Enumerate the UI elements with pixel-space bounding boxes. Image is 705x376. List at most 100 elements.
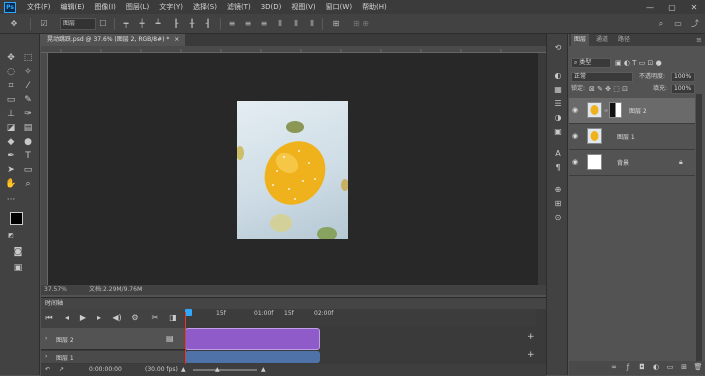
rectangle-icon[interactable]: ▭ bbox=[22, 164, 34, 176]
link-layers-icon[interactable]: ∞ bbox=[609, 363, 619, 371]
delete-layer-icon[interactable]: 🗑︎ bbox=[693, 363, 703, 371]
document-image[interactable] bbox=[237, 101, 348, 239]
hand-icon[interactable]: ✋ bbox=[5, 178, 17, 190]
split-scissors-icon[interactable]: ✂ bbox=[149, 313, 161, 322]
menu-view[interactable]: 视图(V) bbox=[286, 2, 320, 12]
move-icon[interactable]: ✥ bbox=[5, 52, 17, 64]
distribute-vcenter-icon[interactable]: ≡ bbox=[242, 17, 254, 31]
layers-scrollbar[interactable] bbox=[696, 94, 702, 374]
track-header-layer2[interactable]: › 图层 2 ▤ bbox=[41, 328, 186, 350]
reset-colors-icon[interactable]: ◩ bbox=[5, 230, 17, 242]
layer-row[interactable]: ◉ ∞ 图层 2 bbox=[569, 98, 695, 124]
history-brush-icon[interactable]: ✑ bbox=[22, 108, 34, 120]
paths-icon[interactable]: ⊙ bbox=[552, 212, 564, 224]
menu-file[interactable]: 文件(F) bbox=[22, 2, 56, 12]
blend-mode-dropdown[interactable]: 正常 bbox=[571, 72, 633, 82]
new-layer-icon[interactable]: ⊞ bbox=[679, 363, 689, 371]
timeline-ruler[interactable]: 15f 01:00f 15f 02:00f bbox=[185, 309, 536, 327]
libraries-icon[interactable]: ▣ bbox=[552, 126, 564, 138]
align-right-icon[interactable]: ┨ bbox=[202, 17, 214, 31]
menu-type[interactable]: 文字(Y) bbox=[154, 2, 188, 12]
close-tab-button[interactable]: × bbox=[174, 36, 179, 43]
opacity-input[interactable]: 100% bbox=[671, 72, 695, 82]
transition-icon[interactable]: ◨ bbox=[167, 313, 179, 322]
foreground-color-swatch[interactable] bbox=[10, 212, 23, 225]
settings-gear-icon[interactable]: ⚙ bbox=[129, 313, 141, 322]
screen-mode-icon[interactable]: ▣ bbox=[12, 262, 24, 274]
crop-icon[interactable]: ⌗ bbox=[5, 80, 17, 92]
share-icon[interactable]: ⤴ bbox=[689, 17, 701, 31]
track-header-layer1[interactable]: › 图层 1 bbox=[41, 351, 186, 363]
add-media-button[interactable]: + bbox=[527, 332, 535, 342]
status-arrow-icon[interactable]: › bbox=[139, 285, 141, 295]
layer-name[interactable]: 图层 2 bbox=[629, 106, 647, 115]
maximize-button[interactable]: ▢ bbox=[661, 3, 683, 12]
tab-layers[interactable]: 图层 bbox=[571, 34, 590, 46]
stamp-icon[interactable]: ⊥ bbox=[5, 108, 17, 120]
layer-row[interactable]: ◉ 图层 1 bbox=[569, 124, 695, 150]
zoom-in-icon[interactable]: ▲ bbox=[261, 364, 266, 376]
pen-icon[interactable]: ✒ bbox=[5, 150, 17, 162]
auto-select-checkbox[interactable]: ☑ bbox=[38, 17, 50, 31]
healing-icon[interactable]: ▭ bbox=[5, 94, 17, 106]
history-icon[interactable]: ⟲ bbox=[552, 42, 564, 54]
transform-controls-checkbox[interactable]: ☐ bbox=[98, 17, 108, 31]
add-mask-icon[interactable]: ◘ bbox=[637, 363, 647, 371]
align-bottom-icon[interactable]: ┷ bbox=[152, 17, 164, 31]
canvas-scrollbar[interactable] bbox=[538, 53, 546, 285]
current-time[interactable]: 0:00:00:00 bbox=[89, 364, 122, 376]
layer-row[interactable]: ◉ 背景 🔒︎ bbox=[569, 150, 695, 176]
brush-icon[interactable]: ✎ bbox=[22, 94, 34, 106]
adjustment-layer-icon[interactable]: ◐ bbox=[651, 363, 661, 371]
workspace-icon[interactable]: ▭ bbox=[672, 17, 684, 31]
first-frame-icon[interactable]: ⏮ bbox=[43, 313, 55, 323]
align-left-icon[interactable]: ┠ bbox=[170, 17, 182, 31]
3d-mode-icon[interactable]: ⊞ ⊕ bbox=[346, 17, 376, 31]
clip-layer1[interactable] bbox=[185, 351, 320, 363]
prev-frame-icon[interactable]: ◂ bbox=[61, 313, 73, 322]
lasso-icon[interactable]: ◌ bbox=[5, 66, 17, 78]
dodge-icon[interactable]: ● bbox=[22, 136, 34, 148]
new-group-icon[interactable]: ▭ bbox=[665, 363, 675, 371]
fill-input[interactable]: 100% bbox=[671, 84, 695, 94]
audio-icon[interactable]: ◀) bbox=[111, 313, 123, 322]
menu-edit[interactable]: 编辑(E) bbox=[56, 2, 90, 12]
next-frame-icon[interactable]: ▸ bbox=[93, 313, 105, 322]
visibility-eye-icon[interactable]: ◉ bbox=[572, 106, 580, 114]
character-icon[interactable]: A bbox=[552, 148, 564, 160]
search-icon[interactable]: ⌕ bbox=[655, 17, 667, 31]
distribute-top-icon[interactable]: ≡ bbox=[226, 17, 238, 31]
align-hcenter-icon[interactable]: ╂ bbox=[186, 17, 198, 31]
align-vcenter-icon[interactable]: ┿ bbox=[136, 17, 148, 31]
path-select-icon[interactable]: ➤ bbox=[5, 164, 17, 176]
type-icon[interactable]: T bbox=[22, 150, 34, 162]
layer-mask-thumbnail[interactable] bbox=[609, 102, 622, 118]
menu-layer[interactable]: 图层(L) bbox=[121, 2, 154, 12]
visibility-eye-icon[interactable]: ◉ bbox=[572, 132, 580, 140]
fx-icon[interactable]: ƒ bbox=[623, 363, 633, 371]
auto-align-icon[interactable]: ⊞ bbox=[330, 17, 342, 31]
glyphs-icon[interactable]: ⊕ bbox=[552, 184, 564, 196]
lock-icons[interactable]: ⊠ ✎ ✥ ⬚ ⊡ bbox=[589, 83, 628, 95]
swatches-icon[interactable]: ▦ bbox=[552, 84, 564, 96]
close-window-button[interactable]: ✕ bbox=[683, 3, 705, 12]
quick-mask-icon[interactable]: ◙ bbox=[12, 246, 24, 258]
zoom-slider[interactable] bbox=[193, 369, 257, 371]
playhead-handle[interactable] bbox=[185, 309, 192, 316]
zoom-slider-thumb[interactable]: ▲ bbox=[215, 364, 220, 376]
gradient-icon[interactable]: ▤ bbox=[22, 122, 34, 134]
document-tab[interactable]: 晃动跳跃.psd @ 37.6% (图层 2, RGB/8#) * × bbox=[41, 34, 186, 46]
zoom-icon[interactable]: ⌕ bbox=[22, 178, 34, 190]
distribute-bottom-icon[interactable]: ≡ bbox=[258, 17, 270, 31]
menu-window[interactable]: 窗口(W) bbox=[321, 2, 357, 12]
convert-icon[interactable]: ↶ bbox=[45, 364, 50, 376]
marquee-icon[interactable]: ⬚ bbox=[22, 52, 34, 64]
adjustments-icon[interactable]: ◑ bbox=[552, 112, 564, 124]
layer-name[interactable]: 背景 bbox=[617, 158, 629, 167]
brush-settings-icon[interactable]: ⊞ bbox=[552, 198, 564, 210]
align-top-icon[interactable]: ┯ bbox=[120, 17, 132, 31]
add-media-button[interactable]: + bbox=[527, 350, 535, 360]
menu-help[interactable]: 帮助(H) bbox=[357, 2, 392, 12]
menu-select[interactable]: 选择(S) bbox=[188, 2, 222, 12]
layer-select-dropdown[interactable]: 图层 bbox=[60, 18, 96, 30]
